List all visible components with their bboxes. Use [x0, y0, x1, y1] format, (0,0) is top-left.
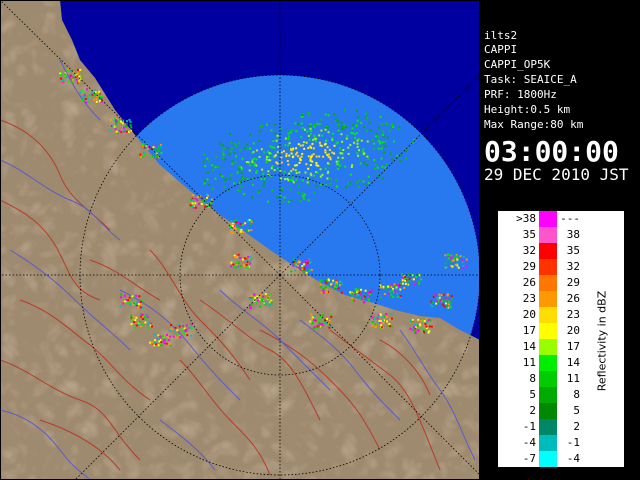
legend-lower-bound: 32	[522, 244, 536, 257]
radar-name: ilts2	[484, 29, 518, 42]
height-value: Height:0.5 km	[484, 103, 571, 116]
legend-upper-bound: 8	[573, 388, 580, 401]
legend-upper-bound: 35	[566, 244, 580, 257]
legend-upper-bound: 26	[566, 292, 580, 305]
legend-swatch	[539, 227, 557, 243]
legend-swatch	[539, 403, 557, 419]
legend-swatch	[539, 339, 557, 355]
legend-row: -7 -4	[498, 451, 624, 467]
legend-upper-bound: ---	[560, 212, 580, 225]
legend-lower-bound: 5	[529, 388, 536, 401]
product-type: CAPPI	[484, 43, 518, 56]
legend-upper-bound: 29	[566, 276, 580, 289]
legend-upper-bound: -1	[566, 436, 580, 449]
legend-lower-bound: 23	[522, 292, 536, 305]
legend-lower-bound: 11	[522, 356, 536, 369]
legend-upper-bound: 11	[566, 372, 580, 385]
task-name: Task: SEAICE_A	[484, 73, 577, 86]
scan-info-panel: ilts2 CAPPI CAPPI_OP5K Task: SEAICE_A PR…	[480, 26, 640, 186]
legend-lower-bound: >38	[516, 212, 536, 225]
legend-upper-bound: 14	[566, 356, 580, 369]
legend-swatch	[539, 435, 557, 451]
legend-lower-bound: 26	[522, 276, 536, 289]
legend-upper-bound: 32	[566, 260, 580, 273]
legend-swatch	[539, 243, 557, 259]
legend-swatch	[539, 419, 557, 435]
legend-swatch	[539, 371, 557, 387]
radar-display: ilts2 CAPPI CAPPI_OP5K Task: SEAICE_A PR…	[0, 0, 640, 480]
product-name: CAPPI_OP5K	[484, 58, 551, 71]
legend-upper-bound: 23	[566, 308, 580, 321]
legend-swatch	[539, 291, 557, 307]
legend-swatch	[539, 387, 557, 403]
legend-upper-bound: -4	[566, 452, 580, 465]
legend-lower-bound: 20	[522, 308, 536, 321]
reflectivity-legend: >38 --- 35 38 32 35 29 32 26 29 23 26 20…	[497, 210, 625, 468]
legend-lower-bound: 2	[529, 404, 536, 417]
radar-map	[0, 0, 480, 480]
legend-swatch	[539, 259, 557, 275]
legend-swatch	[539, 275, 557, 291]
legend-swatch	[539, 323, 557, 339]
legend-lower-bound: -7	[522, 452, 536, 465]
prf-value: PRF: 1800Hz	[484, 88, 557, 101]
legend-swatch	[539, 451, 557, 467]
legend-lower-bound: 29	[522, 260, 536, 273]
scan-date: 29 DEC 2010 JST	[484, 165, 629, 184]
legend-lower-bound: -4	[522, 436, 536, 449]
legend-lower-bound: 35	[522, 228, 536, 241]
legend-lower-bound: 8	[529, 372, 536, 385]
legend-swatch	[539, 307, 557, 323]
legend-lower-bound: 14	[522, 340, 536, 353]
max-range-value: Max Range:80 km	[484, 118, 584, 131]
legend-row: >38 ---	[498, 211, 624, 227]
legend-lower-bound: 17	[522, 324, 536, 337]
legend-upper-bound: 5	[573, 404, 580, 417]
legend-swatch	[539, 211, 557, 227]
legend-upper-bound: 20	[566, 324, 580, 337]
legend-swatch	[539, 355, 557, 371]
legend-upper-bound: 2	[573, 420, 580, 433]
legend-title: Reflectivity in dBZ	[595, 290, 609, 392]
legend-lower-bound: -1	[522, 420, 536, 433]
legend-upper-bound: 38	[566, 228, 580, 241]
scan-time: 03:00:00	[484, 135, 619, 168]
legend-title-wrap: Reflectivity in dBZ	[590, 241, 614, 441]
legend-upper-bound: 17	[566, 340, 580, 353]
